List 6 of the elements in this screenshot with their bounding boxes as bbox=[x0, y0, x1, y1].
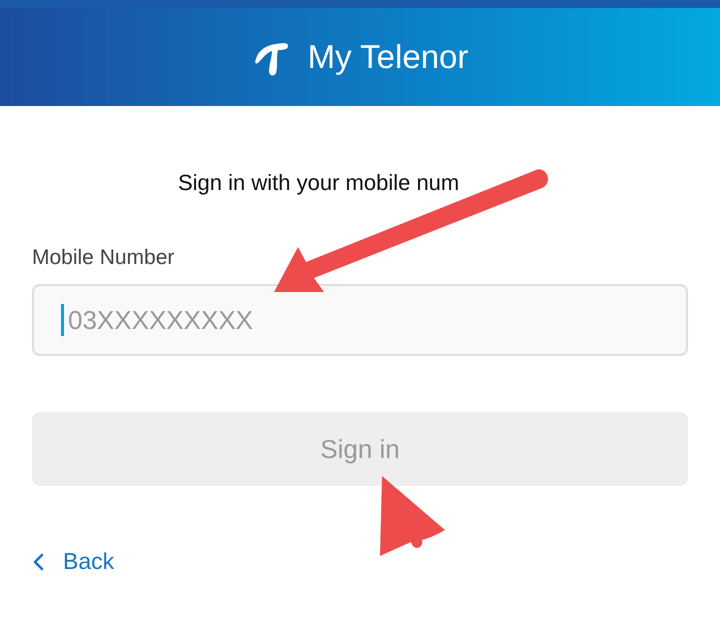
field-label: Mobile Number bbox=[32, 246, 176, 270]
app-title: My Telenor bbox=[308, 38, 468, 76]
chevron-left-icon bbox=[32, 552, 45, 570]
back-link[interactable]: Back bbox=[63, 548, 114, 575]
instruction-text: Sign in with your mobile num bbox=[177, 170, 460, 196]
mobile-number-field[interactable]: 03XXXXXXXXX bbox=[32, 284, 688, 356]
